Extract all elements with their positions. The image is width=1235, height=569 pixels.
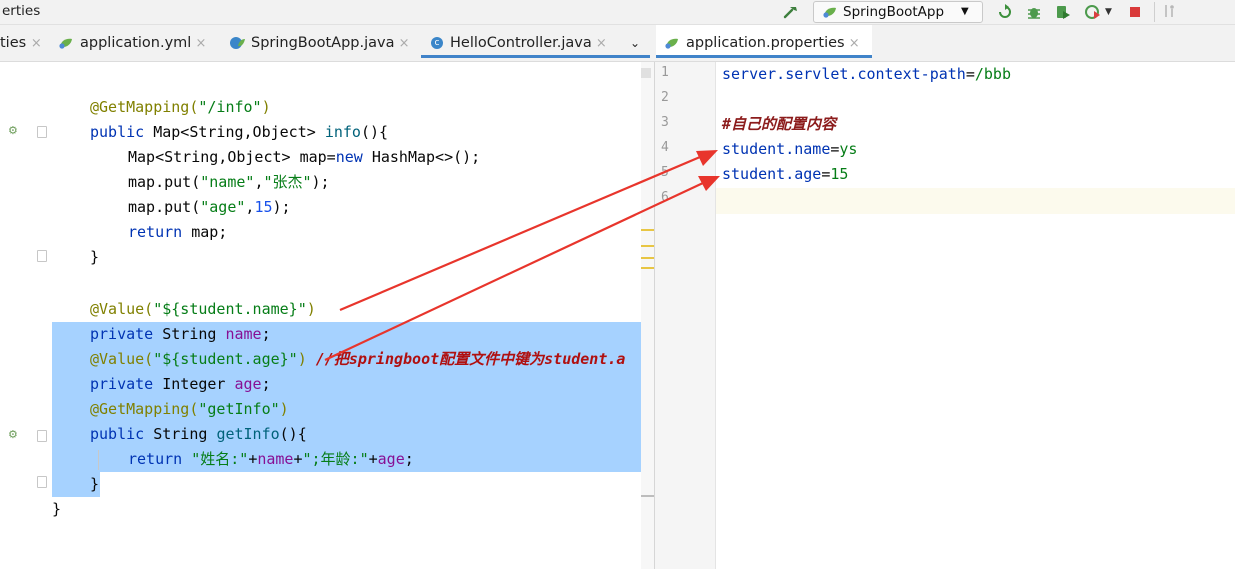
tab-application-properties[interactable]: application.properties × (656, 25, 872, 58)
tab-label: HelloController.java (450, 35, 592, 51)
tab-label: SpringBootApp.java (251, 35, 395, 51)
current-line-highlight (716, 188, 1235, 214)
tab-springbootapp-java[interactable]: SpringBootApp.java × (229, 25, 410, 61)
property-line: student.age=15 (722, 165, 849, 183)
indent-guide (98, 450, 99, 470)
fold-marker-icon[interactable] (37, 476, 47, 488)
code-line: private String name; (90, 325, 271, 343)
line-number: 4 (661, 140, 669, 155)
class-icon: c (431, 37, 443, 49)
close-icon[interactable]: × (592, 36, 607, 51)
code-line: @GetMapping("getInfo") (90, 400, 289, 418)
tab-label: ties (0, 35, 27, 51)
fold-marker-icon[interactable] (37, 250, 47, 262)
warning-marker[interactable] (641, 257, 655, 259)
spring-leaf-icon (665, 38, 678, 49)
close-icon[interactable]: × (845, 36, 860, 51)
property-comment: #自己的配置内容 (722, 115, 837, 133)
line-number: 1 (661, 65, 669, 80)
right-editor-gutter (655, 62, 715, 569)
vcs-icon[interactable] (1162, 3, 1178, 23)
editor-tab-bar: ties × application.yml × SpringBootApp.j… (0, 25, 1235, 62)
line-number: 5 (661, 165, 669, 180)
code-line: Map<String,Object> map=new HashMap<>(); (128, 148, 481, 166)
code-line: } (90, 475, 100, 493)
code-line: } (52, 500, 62, 518)
fold-marker-icon[interactable] (37, 126, 47, 138)
warning-marker[interactable] (641, 267, 655, 269)
code-line: @GetMapping("/info") (90, 98, 271, 116)
run-config-name: SpringBootApp (843, 4, 945, 20)
tab-label: application.properties (686, 35, 845, 51)
request-mapping-gutter-icon[interactable]: ⚙ (8, 124, 18, 137)
selection-marker (641, 495, 655, 497)
code-line: map.put("name","张杰"); (128, 173, 330, 191)
debug-icon[interactable] (1025, 4, 1043, 24)
warning-marker[interactable] (641, 245, 655, 247)
coverage-icon[interactable] (1054, 4, 1072, 24)
spring-leaf-icon (59, 38, 72, 49)
tab-list-chevron-icon[interactable]: ⌄ (630, 25, 640, 61)
run-config-leaf-icon (823, 7, 836, 18)
tab-properties-partial[interactable]: ties × (0, 25, 42, 61)
close-icon[interactable]: × (31, 36, 42, 51)
toolbar-separator (1154, 2, 1155, 22)
profile-dropdown-icon[interactable]: ▼ (1105, 2, 1112, 22)
rerun-icon[interactable] (996, 4, 1014, 24)
request-mapping-gutter-icon[interactable]: ⚙ (8, 428, 18, 441)
code-comment: //把springboot配置文件中键为student.a (315, 350, 626, 368)
close-icon[interactable]: × (395, 36, 410, 51)
right-editor[interactable]: 1 2 3 4 5 6 server.servlet.context-path=… (655, 62, 1235, 569)
window-title: erties (2, 3, 41, 19)
left-editor-gutter (0, 62, 52, 569)
code-line: @Value("${student.name}") (90, 300, 316, 318)
stop-icon[interactable] (1128, 5, 1142, 25)
line-number: 6 (661, 190, 669, 205)
profile-icon[interactable] (1084, 4, 1102, 24)
property-line: student.name=ys (722, 140, 858, 158)
title-bar: erties SpringBootApp ▼ ▼ (0, 0, 1235, 25)
chevron-down-icon: ▼ (961, 6, 969, 17)
warning-marker[interactable] (641, 229, 655, 231)
code-line: return "姓名:"+name+";年龄:"+age; (128, 450, 414, 468)
tab-hellocontroller-java[interactable]: c HelloController.java × (421, 25, 650, 58)
line-number: 2 (661, 90, 669, 105)
gutter-edge (715, 62, 716, 569)
left-editor[interactable]: ⚙ ⚙ @GetMapping("/info") public Map<Stri… (0, 62, 655, 569)
left-editor-scrollbar[interactable] (641, 62, 655, 569)
run-config-selector[interactable]: SpringBootApp ▼ (813, 1, 983, 23)
hammer-icon[interactable] (782, 4, 800, 24)
code-line: map.put("age",15); (128, 198, 291, 216)
tab-application-yml[interactable]: application.yml × (58, 25, 206, 61)
code-line: return map; (128, 223, 228, 241)
property-line: server.servlet.context-path=/bbb (722, 65, 1011, 83)
code-line: @Value("${student.age}") //把springboot配置… (90, 350, 626, 368)
close-icon[interactable]: × (191, 36, 206, 51)
inspection-indicator[interactable] (641, 68, 651, 78)
code-line: private Integer age; (90, 375, 271, 393)
fold-marker-icon[interactable] (37, 430, 47, 442)
code-line: } (90, 248, 100, 266)
line-number: 3 (661, 115, 669, 130)
tab-label: application.yml (80, 35, 192, 51)
code-line: public String getInfo(){ (90, 425, 307, 443)
spring-class-icon (230, 37, 245, 49)
code-line: public Map<String,Object> info(){ (90, 123, 389, 141)
